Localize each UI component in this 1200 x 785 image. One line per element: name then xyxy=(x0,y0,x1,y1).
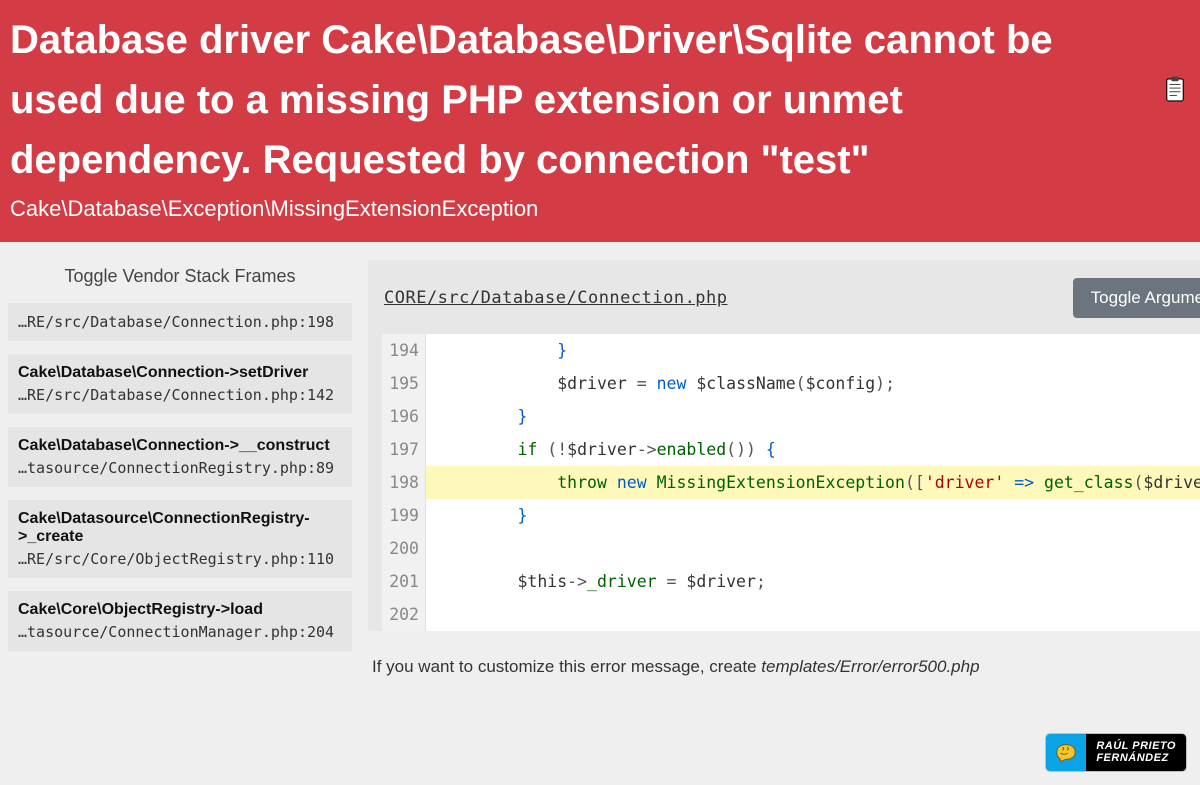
source-file-path[interactable]: CORE/src/Database/Connection.php xyxy=(384,288,728,308)
stack-frame-path: …RE/src/Core/ObjectRegistry.php:110 xyxy=(18,550,342,568)
stack-frame-path: …tasource/ConnectionManager.php:204 xyxy=(18,623,342,641)
code-line: 199 } xyxy=(382,499,1200,532)
code-line: 196 } xyxy=(382,400,1200,433)
line-number: 197 xyxy=(382,433,426,466)
code-line: 195 $driver = new $className($config); xyxy=(382,367,1200,400)
line-number: 198 xyxy=(382,466,426,499)
code-line: 198 throw new MissingExtensionException(… xyxy=(382,466,1200,499)
code-line: 197 if (!$driver->enabled()) { xyxy=(382,433,1200,466)
code-line: 200 xyxy=(382,532,1200,565)
line-content: throw new MissingExtensionException(['dr… xyxy=(426,466,1200,499)
line-content: if (!$driver->enabled()) { xyxy=(426,433,1200,466)
badge-line1: RAÚL PRIETO xyxy=(1096,740,1176,753)
line-content: $this->_driver = $driver; xyxy=(426,565,1200,598)
badge-line2: FERNÁNDEZ xyxy=(1096,752,1176,765)
line-number: 201 xyxy=(382,565,426,598)
code-line: 194 } xyxy=(382,334,1200,367)
note-path: templates/Error/error500.php xyxy=(761,657,979,676)
note-prefix: If you want to customize this error mess… xyxy=(372,657,761,676)
customize-error-note: If you want to customize this error mess… xyxy=(368,647,1200,677)
source-code: 194 }195 $driver = new $className($confi… xyxy=(382,334,1200,631)
brain-icon xyxy=(1046,734,1086,771)
line-content: $driver = new $className($config); xyxy=(426,367,1200,400)
line-content: } xyxy=(426,499,1200,532)
line-number: 194 xyxy=(382,334,426,367)
stack-frame[interactable]: …RE/src/Database/Connection.php:198 xyxy=(8,303,352,341)
line-content: } xyxy=(426,334,1200,367)
stack-frame-title: Cake\Core\ObjectRegistry->load xyxy=(18,601,342,619)
error-title: Database driver Cake\Database\Driver\Sql… xyxy=(10,10,1070,190)
line-content: } xyxy=(426,400,1200,433)
code-line: 202 xyxy=(382,598,1200,631)
exception-class: Cake\Database\Exception\MissingExtension… xyxy=(10,196,1186,222)
line-number: 200 xyxy=(382,532,426,565)
stack-frame[interactable]: Cake\Core\ObjectRegistry->load …tasource… xyxy=(8,591,352,651)
stack-frame[interactable]: Cake\Database\Connection->setDriver …RE/… xyxy=(8,354,352,414)
stack-frame-title: Cake\Datasource\ConnectionRegistry->_cre… xyxy=(18,510,342,546)
line-number: 195 xyxy=(382,367,426,400)
clipboard-icon[interactable] xyxy=(1164,76,1186,102)
stack-frame[interactable]: Cake\Datasource\ConnectionRegistry->_cre… xyxy=(8,500,352,578)
stack-frame-title: Cake\Database\Connection->__construct xyxy=(18,437,342,455)
line-content xyxy=(426,532,1200,565)
stack-frame-path: …RE/src/Database/Connection.php:142 xyxy=(18,386,342,404)
code-line: 201 $this->_driver = $driver; xyxy=(382,565,1200,598)
line-number: 199 xyxy=(382,499,426,532)
toggle-vendor-frames[interactable]: Toggle Vendor Stack Frames xyxy=(8,256,352,303)
stack-frame-path: …RE/src/Database/Connection.php:198 xyxy=(18,313,342,331)
stack-trace-sidebar: Toggle Vendor Stack Frames …RE/src/Datab… xyxy=(0,242,360,677)
line-content xyxy=(426,598,1200,631)
line-number: 202 xyxy=(382,598,426,631)
author-badge[interactable]: RAÚL PRIETO FERNÁNDEZ xyxy=(1046,734,1186,771)
code-preview-panel: CORE/src/Database/Connection.php Toggle … xyxy=(360,242,1200,677)
stack-frame-path: …tasource/ConnectionRegistry.php:89 xyxy=(18,459,342,477)
stack-frame-title: Cake\Database\Connection->setDriver xyxy=(18,364,342,382)
stack-frame[interactable]: Cake\Database\Connection->__construct …t… xyxy=(8,427,352,487)
error-header: Database driver Cake\Database\Driver\Sql… xyxy=(0,0,1200,242)
toggle-arguments-button[interactable]: Toggle Arguments xyxy=(1073,278,1200,318)
line-number: 196 xyxy=(382,400,426,433)
